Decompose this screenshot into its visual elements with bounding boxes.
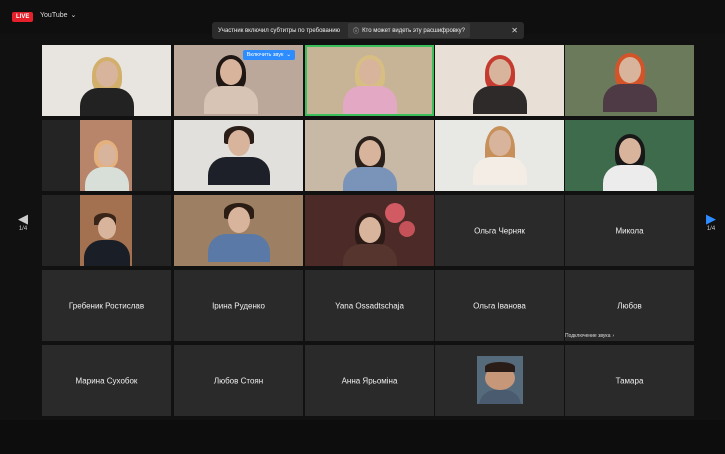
chevron-right-icon: ▶ <box>706 211 716 226</box>
participant-tile[interactable]: Анна Ярьоміна <box>305 345 434 416</box>
participant-video-tile[interactable] <box>42 45 171 116</box>
participant-video-tile[interactable]: Включить звук ⌄ <box>174 45 303 116</box>
close-icon[interactable]: ✕ <box>511 26 518 35</box>
participant-video-tile[interactable] <box>42 120 171 191</box>
participant-video-tile[interactable] <box>565 45 694 116</box>
youtube-source[interactable]: YouTube ⌄ <box>40 11 77 20</box>
left-page-indicator: 1/4 <box>18 226 28 232</box>
participant-video-tile[interactable] <box>42 195 171 266</box>
chevron-left-icon: ◀ <box>18 211 28 226</box>
caption-banner-text: Участник включил субтитры по требованию <box>218 27 341 34</box>
participant-video-tile[interactable] <box>435 45 564 116</box>
participant-video-tile-active[interactable] <box>305 45 434 116</box>
live-badge: LIVE <box>12 12 34 22</box>
participant-tile[interactable]: Любов Стоян <box>174 345 303 416</box>
participant-name: Любов <box>617 301 642 310</box>
participant-tile[interactable]: Тамара <box>565 345 694 416</box>
participant-tile[interactable]: Ольга Черняк <box>435 195 564 266</box>
participant-video-tile[interactable] <box>435 120 564 191</box>
participant-name: Марина Сухобок <box>75 376 138 385</box>
participant-tile[interactable]: Ірина Руденко <box>174 270 303 341</box>
participant-name: Микола <box>615 226 644 235</box>
participant-name: Ольга Черняк <box>474 226 525 235</box>
chevron-down-icon: ⌄ <box>286 52 291 58</box>
audio-connecting-tooltip: Подключение звука › <box>565 333 614 339</box>
chevron-right-icon: › <box>612 333 615 339</box>
next-page-button[interactable]: ▶ 1/4 <box>700 212 722 252</box>
caption-link-label: Кто может видеть эту расшифровку? <box>362 27 465 34</box>
participant-tile[interactable]: Гребеник Ростислав <box>42 270 171 341</box>
previous-page-button[interactable]: ◀ 1/4 <box>12 212 34 252</box>
right-page-indicator: 1/4 <box>706 226 716 232</box>
avatar <box>477 356 523 404</box>
participant-name: Гребеник Ростислав <box>68 301 145 310</box>
chevron-down-icon: ⌄ <box>70 12 77 19</box>
caption-info-icon: ⓘ <box>353 29 360 35</box>
participant-tile[interactable]: Марина Сухобок <box>42 345 171 416</box>
participant-video-tile[interactable] <box>305 120 434 191</box>
participant-name: Любов Стоян <box>213 376 264 385</box>
participant-name: Тамара <box>615 376 644 385</box>
participant-tile[interactable]: Ольга Іванова <box>435 270 564 341</box>
caption-banner: Участник включил субтитры по требованию … <box>212 22 524 39</box>
participant-video-tile[interactable] <box>565 120 694 191</box>
youtube-label: YouTube <box>40 11 68 19</box>
bottom-bar <box>0 420 725 454</box>
participant-name: Yana Ossadtschaja <box>335 301 404 310</box>
participant-name: Анна Ярьоміна <box>341 376 398 385</box>
participant-tile[interactable]: Yana Ossadtschaja <box>305 270 434 341</box>
participant-tile[interactable]: Любов <box>565 270 694 341</box>
participant-name: Ольга Іванова <box>473 301 526 310</box>
participant-video-tile[interactable] <box>174 195 303 266</box>
audio-tooltip-text: Подключение звука <box>565 333 611 339</box>
unmute-button[interactable]: Включить звук ⌄ <box>242 50 295 60</box>
participant-name: Ірина Руденко <box>212 301 265 310</box>
participant-avatar-tile[interactable] <box>435 345 564 416</box>
caption-visibility-link[interactable]: ⓘ Кто может видеть эту расшифровку? <box>348 23 470 38</box>
participant-video-tile[interactable] <box>174 120 303 191</box>
participant-tile[interactable]: Микола <box>565 195 694 266</box>
participant-video-tile[interactable] <box>305 195 434 266</box>
unmute-button-label: Включить звук <box>246 52 284 58</box>
